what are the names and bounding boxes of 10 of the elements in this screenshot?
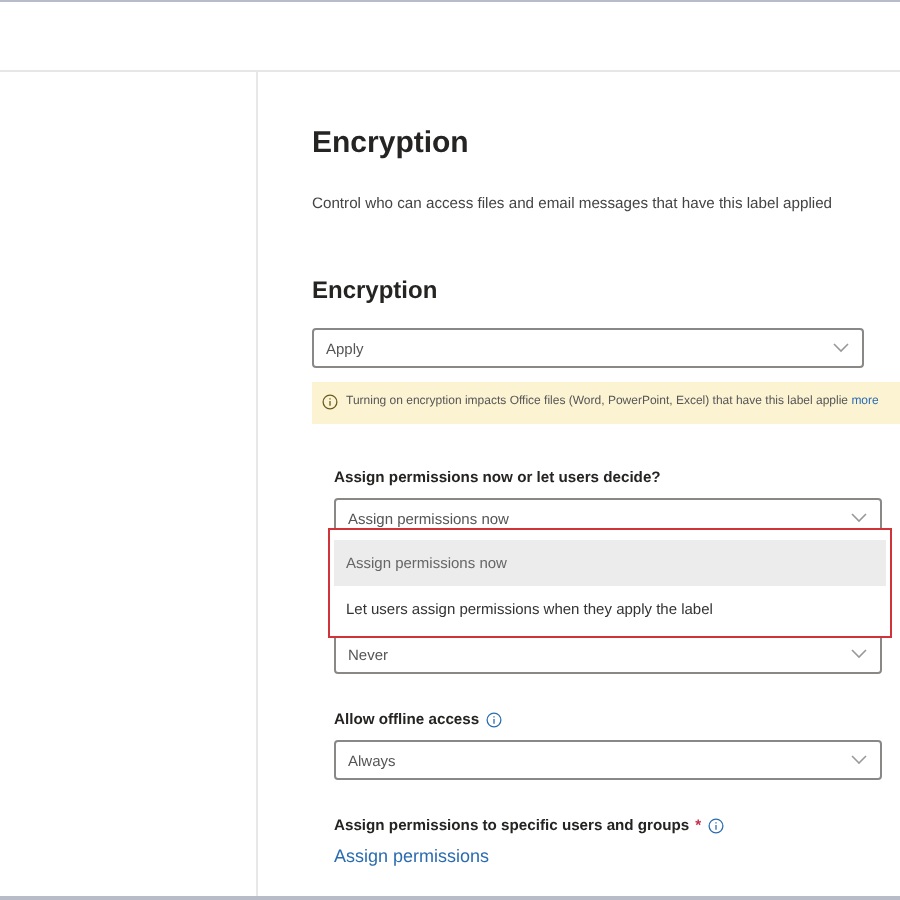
chevron-down-icon (832, 342, 850, 354)
section-heading: Encryption (312, 276, 440, 304)
assign-permissions-link[interactable]: Assign permissions (334, 846, 900, 866)
chevron-down-icon (850, 512, 868, 524)
info-icon (707, 817, 724, 833)
chevron-down-icon (850, 648, 868, 660)
chevron-down-icon (850, 754, 868, 766)
info-icon (485, 711, 502, 727)
page-title: Encryption (312, 126, 471, 160)
info-icon (322, 394, 338, 410)
